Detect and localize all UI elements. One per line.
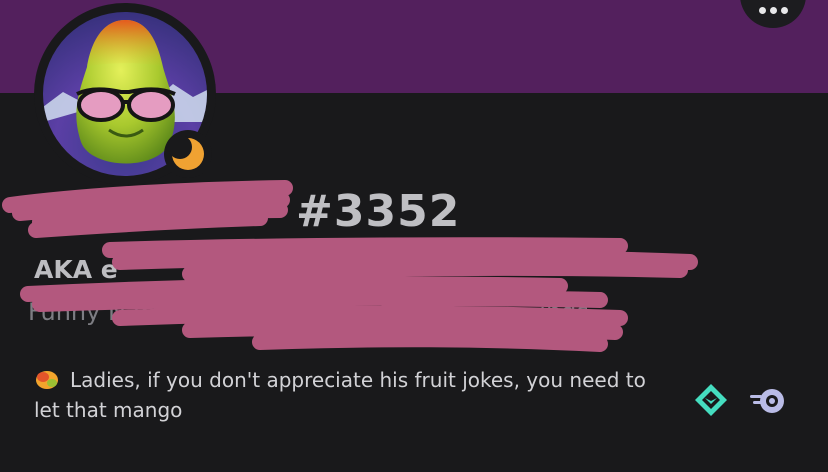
bio-line: Funny Nam ings — [28, 298, 598, 326]
mango-emoji-icon — [36, 371, 58, 389]
bio-line-start: Funny Nam — [28, 298, 164, 326]
username: #3352 — [34, 186, 461, 237]
more-options-icon — [758, 7, 766, 14]
more-options-dot — [769, 7, 777, 14]
bio-line-end: ings — [539, 298, 589, 326]
custom-status: Ladies, if you don't appreciate his frui… — [34, 365, 674, 425]
custom-status-text: Ladies, if you don't appreciate his frui… — [34, 368, 646, 422]
discriminator: #3352 — [296, 186, 461, 237]
more-options-dot — [780, 7, 788, 14]
nitro-boost-badge[interactable] — [748, 387, 788, 415]
bio-line: AKA e — [34, 255, 118, 284]
moon-icon — [170, 136, 204, 170]
hypesquad-balance-badge[interactable] — [694, 383, 728, 417]
